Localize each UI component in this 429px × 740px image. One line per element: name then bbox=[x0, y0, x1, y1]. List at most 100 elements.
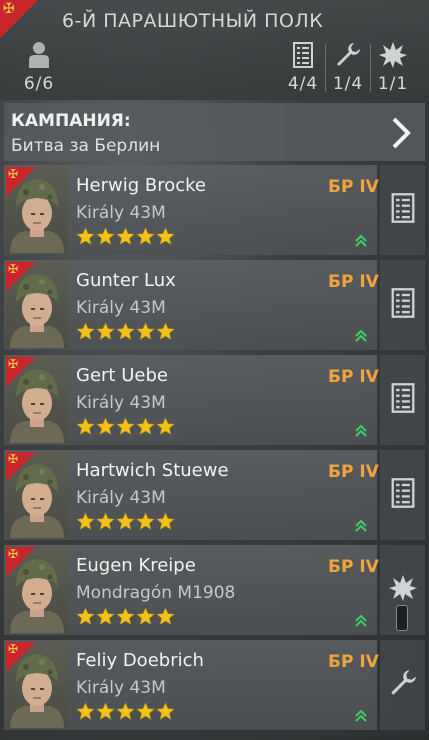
wrench-icon bbox=[328, 40, 368, 70]
star-icon bbox=[76, 512, 95, 531]
star-icon bbox=[96, 322, 115, 341]
slot-indicator bbox=[396, 605, 408, 631]
squad-cross-icon: ✠ bbox=[6, 357, 36, 387]
riflemen-stat: 4/4 bbox=[283, 40, 323, 94]
assault-stat: 1/1 bbox=[373, 40, 413, 94]
star-icon bbox=[96, 512, 115, 531]
star-icon bbox=[76, 607, 95, 626]
soldier-row[interactable]: ✠ Eugen Kreipe Mondragón M1908 БР IV bbox=[4, 545, 425, 635]
soldier-class-button[interactable] bbox=[380, 165, 425, 255]
squad-cross-icon: ✠ bbox=[0, 0, 38, 38]
soldier-class-button[interactable] bbox=[380, 640, 425, 730]
squad-header: ✠ 6-Й ПАРАШЮТНЫЙ ПОЛК 6/6 4/4 1/4 1/1 bbox=[0, 0, 429, 100]
campaign-label: КАМПАНИЯ: bbox=[11, 111, 131, 131]
soldier-count-stat: 6/6 bbox=[20, 40, 58, 94]
soldier-stars bbox=[76, 227, 175, 246]
star-icon bbox=[116, 702, 135, 721]
star-icon bbox=[136, 227, 155, 246]
stat-divider bbox=[370, 44, 371, 92]
clipboard-icon bbox=[390, 382, 416, 418]
star-icon bbox=[76, 417, 95, 436]
clipboard-icon bbox=[283, 40, 323, 70]
soldier-row[interactable]: ✠ Gert Uebe Király 43M БР IV bbox=[4, 355, 425, 445]
star-icon bbox=[156, 417, 175, 436]
battle-rating: БР IV bbox=[328, 177, 379, 197]
star-icon bbox=[156, 322, 175, 341]
explosion-icon bbox=[373, 40, 413, 70]
star-icon bbox=[96, 227, 115, 246]
soldier-weapon: Király 43M bbox=[76, 393, 166, 413]
soldier-count: 6/6 bbox=[23, 74, 55, 94]
squad-cross-icon: ✠ bbox=[6, 642, 36, 672]
soldier-stars bbox=[76, 322, 175, 341]
clipboard-icon bbox=[390, 192, 416, 228]
soldier-class-button[interactable] bbox=[380, 260, 425, 350]
rank-up-chevron-icon bbox=[354, 613, 368, 632]
soldier-roster: ✠ Herwig Brocke Király 43M БР IV ✠ Gunte… bbox=[4, 165, 429, 735]
soldier-stars bbox=[76, 417, 175, 436]
star-icon bbox=[136, 417, 155, 436]
battle-rating: БР IV bbox=[328, 462, 379, 482]
stat-divider bbox=[325, 44, 326, 92]
soldier-card[interactable]: ✠ Eugen Kreipe Mondragón M1908 БР IV bbox=[4, 545, 379, 635]
soldier-class-button[interactable] bbox=[380, 450, 425, 540]
soldier-stars bbox=[76, 512, 175, 531]
clipboard-icon bbox=[390, 287, 416, 323]
soldier-row[interactable]: ✠ Gunter Lux Király 43M БР IV bbox=[4, 260, 425, 350]
soldier-card[interactable]: ✠ Feliy Doebrich Király 43M БР IV bbox=[4, 640, 379, 730]
star-icon bbox=[76, 702, 95, 721]
soldier-card[interactable]: ✠ Herwig Brocke Király 43M БР IV bbox=[4, 165, 379, 255]
wrench-icon bbox=[388, 668, 418, 702]
squad-cross-icon: ✠ bbox=[6, 547, 36, 577]
soldier-weapon: Király 43M bbox=[76, 488, 166, 508]
chevron-right-icon[interactable] bbox=[391, 117, 411, 153]
soldier-name: Hartwich Stuewe bbox=[76, 460, 229, 481]
soldier-row[interactable]: ✠ Herwig Brocke Király 43M БР IV bbox=[4, 165, 425, 255]
star-icon bbox=[156, 702, 175, 721]
clipboard-icon bbox=[390, 477, 416, 513]
star-icon bbox=[116, 322, 135, 341]
soldier-portrait: ✠ bbox=[6, 547, 68, 633]
squad-cross-icon: ✠ bbox=[6, 167, 36, 197]
soldier-portrait: ✠ bbox=[6, 357, 68, 443]
star-icon bbox=[116, 417, 135, 436]
star-icon bbox=[156, 512, 175, 531]
star-icon bbox=[136, 512, 155, 531]
soldier-card[interactable]: ✠ Gert Uebe Király 43M БР IV bbox=[4, 355, 379, 445]
star-icon bbox=[96, 417, 115, 436]
campaign-name: Битва за Берлин bbox=[11, 136, 161, 156]
soldier-card[interactable]: ✠ Gunter Lux Király 43M БР IV bbox=[4, 260, 379, 350]
rank-up-chevron-icon bbox=[354, 423, 368, 442]
explosion-icon bbox=[388, 574, 418, 606]
rank-up-chevron-icon bbox=[354, 233, 368, 252]
star-icon bbox=[116, 607, 135, 626]
assault-count: 1/1 bbox=[377, 74, 409, 94]
soldier-row[interactable]: ✠ Feliy Doebrich Király 43M БР IV bbox=[4, 640, 425, 730]
battle-rating: БР IV bbox=[328, 367, 379, 387]
soldier-portrait: ✠ bbox=[6, 262, 68, 348]
soldier-name: Eugen Kreipe bbox=[76, 555, 196, 576]
soldier-class-button[interactable] bbox=[380, 355, 425, 445]
campaign-selector[interactable]: КАМПАНИЯ: Битва за Берлин bbox=[4, 103, 425, 161]
soldier-name: Feliy Doebrich bbox=[76, 650, 204, 671]
engineers-stat: 1/4 bbox=[328, 40, 368, 94]
soldier-weapon: Király 43M bbox=[76, 678, 166, 698]
soldier-portrait: ✠ bbox=[6, 167, 68, 253]
star-icon bbox=[156, 227, 175, 246]
soldier-portrait: ✠ bbox=[6, 452, 68, 538]
star-icon bbox=[136, 607, 155, 626]
soldier-name: Gert Uebe bbox=[76, 365, 168, 386]
star-icon bbox=[156, 607, 175, 626]
squad-title: 6-Й ПАРАШЮТНЫЙ ПОЛК bbox=[62, 10, 324, 32]
soldier-class-button[interactable] bbox=[380, 545, 425, 635]
star-icon bbox=[116, 512, 135, 531]
star-icon bbox=[116, 227, 135, 246]
star-icon bbox=[136, 322, 155, 341]
soldier-weapon: Király 43M bbox=[76, 298, 166, 318]
soldier-row[interactable]: ✠ Hartwich Stuewe Király 43M БР IV bbox=[4, 450, 425, 540]
battle-rating: БР IV bbox=[328, 557, 379, 577]
soldier-card[interactable]: ✠ Hartwich Stuewe Király 43M БР IV bbox=[4, 450, 379, 540]
engineers-count: 1/4 bbox=[332, 74, 364, 94]
soldier-weapon: Mondragón M1908 bbox=[76, 583, 236, 603]
soldier-stars bbox=[76, 702, 175, 721]
